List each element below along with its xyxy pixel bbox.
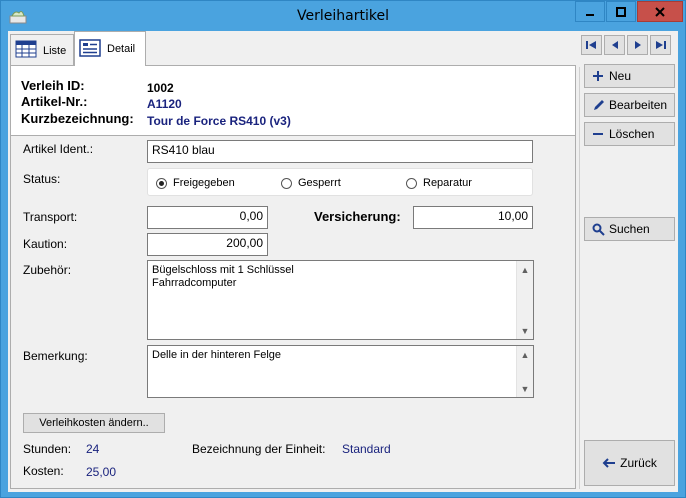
- title-bar[interactable]: Verleihartikel: [1, 1, 685, 31]
- client-area: Liste Detail Verleih ID: 1002 Artikel-Nr…: [8, 31, 678, 492]
- transport-field[interactable]: 0,00: [147, 206, 268, 229]
- artikel-ident-label: Artikel Ident.:: [23, 142, 94, 156]
- kaution-field[interactable]: 200,00: [147, 233, 268, 256]
- artikel-ident-field[interactable]: RS410 blau: [147, 140, 533, 163]
- bemerkung-line: Delle in der hinteren Felge: [152, 349, 282, 361]
- kosten-label: Kosten:: [23, 464, 64, 478]
- status-gesperrt-label: Gesperrt: [298, 177, 341, 189]
- previous-record-icon: [611, 41, 618, 49]
- search-icon: [591, 223, 605, 236]
- scroll-up-icon[interactable]: ▲: [517, 261, 533, 278]
- transport-label: Transport:: [23, 210, 78, 224]
- artikel-nr-label: Artikel-Nr.:: [21, 94, 88, 109]
- bearbeiten-button[interactable]: Bearbeiten: [584, 93, 675, 117]
- nav-next-button[interactable]: [627, 35, 648, 55]
- article-header: Verleih ID: 1002 Artikel-Nr.: A1120 Kurz…: [11, 66, 575, 136]
- maximize-button[interactable]: [606, 1, 636, 22]
- back-arrow-icon: [602, 458, 616, 468]
- status-radio-group: Freigegeben Gesperrt Reparatur: [147, 168, 533, 196]
- einheit-value: Standard: [342, 442, 391, 456]
- tab-detail[interactable]: Detail: [74, 31, 146, 66]
- stunden-label: Stunden:: [23, 442, 72, 456]
- kaution-label: Kaution:: [23, 237, 68, 251]
- application-window: Verleihartikel Liste Detail Verleih ID: …: [0, 0, 686, 498]
- next-record-icon: [634, 41, 641, 49]
- table-icon: [15, 40, 37, 61]
- radio-unselected-icon: [281, 177, 292, 189]
- close-icon: [655, 6, 665, 17]
- zubehoer-line: Bügelschloss mit 1 Schlüssel: [152, 264, 294, 276]
- zurueck-button[interactable]: Zurück: [584, 440, 675, 486]
- suchen-label: Suchen: [609, 222, 650, 236]
- versicherung-field[interactable]: 10,00: [413, 206, 533, 229]
- bemerkung-scrollbar[interactable]: ▲ ▼: [516, 346, 533, 397]
- scroll-down-icon[interactable]: ▼: [517, 380, 533, 397]
- bemerkung-label: Bemerkung:: [23, 349, 88, 363]
- status-reparatur-label: Reparatur: [423, 177, 472, 189]
- kosten-value: 25,00: [86, 465, 117, 479]
- nav-prev-button[interactable]: [604, 35, 625, 55]
- status-reparatur-radio[interactable]: Reparatur: [406, 177, 472, 189]
- nav-first-button[interactable]: [581, 35, 602, 55]
- bearbeiten-label: Bearbeiten: [609, 98, 668, 112]
- pencil-icon: [591, 99, 605, 112]
- neu-label: Neu: [609, 69, 632, 83]
- zubehoer-label: Zubehör:: [23, 263, 72, 277]
- scroll-up-icon[interactable]: ▲: [517, 346, 533, 363]
- radio-selected-icon: [156, 177, 167, 189]
- einheit-label: Bezeichnung der Einheit:: [192, 442, 326, 456]
- status-label: Status:: [23, 172, 61, 186]
- minus-icon: [591, 128, 605, 140]
- verleihkosten-aendern-button[interactable]: Verleihkosten ändern..: [23, 413, 165, 433]
- plus-icon: [591, 70, 605, 82]
- artikel-nr-value: A1120: [147, 97, 182, 111]
- verleih-id-value: 1002: [147, 81, 174, 95]
- kurzbezeichnung-value: Tour de Force RS410 (v3): [147, 114, 291, 128]
- scroll-down-icon[interactable]: ▼: [517, 322, 533, 339]
- neu-button[interactable]: Neu: [584, 64, 675, 88]
- nav-last-button[interactable]: [650, 35, 671, 55]
- radio-unselected-icon: [406, 177, 417, 189]
- suchen-button[interactable]: Suchen: [584, 217, 675, 241]
- last-record-icon: [656, 41, 666, 49]
- minimize-button[interactable]: [575, 1, 605, 22]
- detail-form-icon: [79, 38, 101, 60]
- stunden-value: 24: [86, 442, 100, 456]
- loeschen-label: Löschen: [609, 127, 655, 141]
- kurzbezeichnung-label: Kurzbezeichnung:: [21, 111, 134, 126]
- first-record-icon: [586, 41, 596, 49]
- zubehoer-memo[interactable]: Bügelschloss mit 1 Schlüssel Fahrradcomp…: [147, 260, 534, 340]
- status-gesperrt-radio[interactable]: Gesperrt: [281, 177, 341, 189]
- status-freigegeben-label: Freigegeben: [173, 177, 235, 189]
- detail-panel: Verleih ID: 1002 Artikel-Nr.: A1120 Kurz…: [10, 65, 576, 489]
- maximize-icon: [616, 6, 626, 17]
- sidebar-divider: [579, 67, 580, 489]
- bemerkung-memo[interactable]: Delle in der hinteren Felge ▲ ▼: [147, 345, 534, 398]
- status-freigegeben-radio[interactable]: Freigegeben: [156, 177, 235, 189]
- tab-liste[interactable]: Liste: [10, 34, 74, 66]
- tab-detail-label: Detail: [107, 43, 136, 55]
- loeschen-button[interactable]: Löschen: [584, 122, 675, 146]
- zubehoer-scrollbar[interactable]: ▲ ▼: [516, 261, 533, 339]
- close-button[interactable]: [637, 1, 683, 22]
- minimize-icon: [586, 13, 594, 16]
- zubehoer-line: Fahrradcomputer: [152, 277, 237, 289]
- versicherung-label: Versicherung:: [314, 209, 401, 224]
- verleih-id-label: Verleih ID:: [21, 78, 85, 93]
- zurueck-label: Zurück: [620, 456, 657, 470]
- tab-liste-label: Liste: [43, 44, 67, 57]
